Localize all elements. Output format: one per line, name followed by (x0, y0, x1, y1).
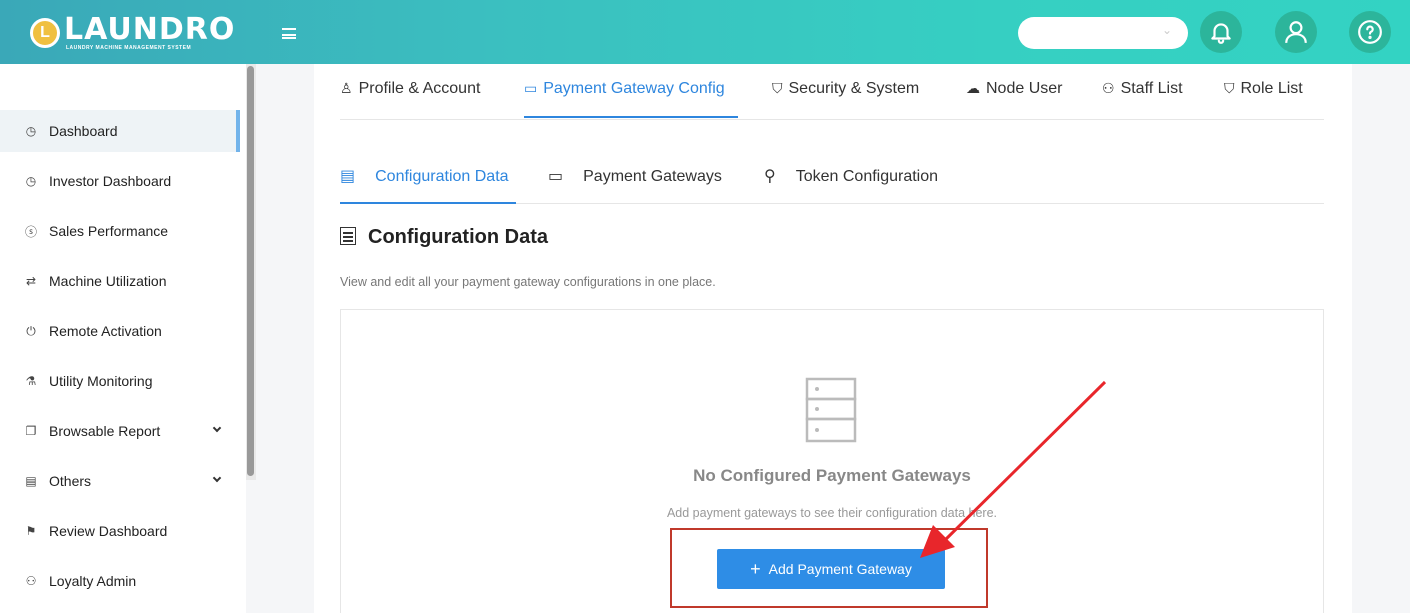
payment-config-subtabs: ▤ Configuration Data ▭ Payment Gateways ⚲ T… (340, 160, 1324, 204)
add-payment-gateway-button[interactable]: + Add Payment Gateway (717, 549, 945, 589)
list-icon (340, 227, 356, 245)
sidebar-item-label: Review Dashboard (49, 523, 168, 539)
app-logo[interactable]: L LAUNDRO LAUNDRY MACHINE MANAGEMENT SYS… (30, 14, 240, 54)
tab-payment-gateway-config[interactable]: ▭ Payment Gateway Config (524, 80, 725, 98)
sidebar-item-browsable-report[interactable]: ❐ Browsable Report (0, 410, 240, 452)
logo-subtitle: LAUNDRY MACHINE MANAGEMENT SYSTEM (66, 45, 192, 51)
tab-label: Profile & Account (358, 80, 481, 97)
tab-label: Role List (1240, 80, 1303, 97)
help-button[interactable] (1349, 11, 1391, 53)
card-icon: ▭ (524, 80, 538, 96)
active-subtab-underline (340, 202, 516, 204)
sidebar-scrollbar-thumb[interactable] (247, 66, 254, 476)
users-icon: ⚇ (1102, 80, 1115, 96)
empty-state-title: No Configured Payment Gateways (693, 466, 971, 485)
section-title-text: Configuration Data (368, 226, 548, 248)
subtab-label: Token Configuration (795, 168, 939, 185)
shield-icon: ⛉ (1224, 80, 1235, 96)
sidebar-item-sales-performance[interactable]: ⓢ Sales Performance (0, 210, 240, 252)
chevron-down-icon: ⌄ (1161, 23, 1172, 37)
search-icon: ⚲ (764, 168, 776, 185)
card-icon: ▭ (548, 168, 564, 185)
tab-label: Node User (986, 80, 1063, 97)
help-icon (1358, 20, 1382, 44)
sidebar-item-machine-utilization[interactable]: ⇄ Machine Utilization (0, 260, 240, 302)
settings-tabs: ♙ Profile & Account ▭ Payment Gateway Conf… (340, 64, 1324, 120)
tab-label: Staff List (1120, 80, 1183, 97)
button-label: Add Payment Gateway (768, 561, 912, 577)
user-icon (1285, 21, 1307, 43)
logo-text: LAUNDRO (64, 12, 236, 47)
empty-state-description: Add payment gateways to see their config… (666, 506, 998, 520)
sidebar-item-dashboard[interactable]: ◷ Dashboard (0, 110, 240, 152)
section-title: Configuration Data (340, 226, 548, 249)
gauge-icon: ◷ (25, 174, 37, 188)
swap-icon: ⇄ (25, 274, 37, 288)
header-search-select[interactable]: ⌄ (1018, 17, 1188, 49)
sidebar-item-label: Utility Monitoring (49, 373, 153, 389)
sidebar-item-remote-activation[interactable]: ⏻ Remote Activation (0, 310, 240, 352)
subtab-label: Configuration Data (375, 168, 509, 185)
subtab-payment-gateways[interactable]: ▭ Payment Gateways (548, 166, 722, 186)
tab-label: Security & System (788, 80, 920, 97)
chevron-down-icon[interactable] (212, 423, 222, 433)
sidebar-item-review-dashboard[interactable]: ⚑ Review Dashboard (0, 510, 240, 552)
sidebar-item-label: Machine Utilization (49, 273, 167, 289)
subtab-label: Payment Gateways (583, 168, 722, 185)
shield-icon: ⛉ (772, 80, 783, 96)
logo-badge: L (30, 18, 60, 48)
user-icon: ♙ (340, 80, 353, 96)
section-description: View and edit all your payment gateway c… (340, 275, 716, 289)
power-icon: ⏻ (26, 323, 36, 338)
tab-security-system[interactable]: ⛉ Security & System (772, 80, 919, 98)
sidebar-item-label: Browsable Report (49, 423, 161, 439)
sidebar-item-label: Dashboard (49, 123, 118, 139)
cloud-icon: ☁ (966, 80, 980, 96)
sidebar-item-utility-monitoring[interactable]: ⚗ Utility Monitoring (0, 360, 240, 402)
sidebar-item-label: Investor Dashboard (49, 173, 172, 189)
sidebar-item-label: Remote Activation (49, 323, 162, 339)
sidebar-item-label: Others (49, 473, 92, 489)
plus-icon: + (750, 558, 761, 579)
subtab-configuration-data[interactable]: ▤ Configuration Data (340, 166, 509, 186)
gauge-icon: ◷ (25, 124, 37, 138)
notifications-button[interactable] (1200, 11, 1242, 53)
active-indicator (236, 110, 240, 152)
copy-icon: ❐ (25, 424, 37, 438)
chevron-down-icon[interactable] (212, 473, 222, 483)
list-icon: ▤ (340, 168, 356, 185)
subtab-token-configuration[interactable]: ⚲ Token Configuration (764, 166, 938, 186)
tab-role-list[interactable]: ⛉ Role List (1224, 80, 1303, 98)
dollar-icon: ⓢ (24, 224, 37, 239)
flask-icon: ⚗ (25, 374, 37, 388)
sidebar-item-loyalty-admin[interactable]: ⚇ Loyalty Admin (0, 560, 240, 602)
tab-staff-list[interactable]: ⚇ Staff List (1102, 80, 1183, 98)
tab-label: Payment Gateway Config (543, 80, 725, 97)
flag-icon: ⚑ (25, 524, 37, 538)
sidebar-item-investor-dashboard[interactable]: ◷ Investor Dashboard (0, 160, 240, 202)
sidebar-item-others[interactable]: ▤ Others (0, 460, 240, 502)
active-tab-underline (524, 116, 738, 118)
menu-icon[interactable] (282, 28, 296, 39)
tab-profile-account[interactable]: ♙ Profile & Account (340, 80, 480, 98)
top-header: L LAUNDRO LAUNDRY MACHINE MANAGEMENT SYS… (0, 0, 1410, 64)
users-icon: ⚇ (25, 574, 37, 588)
sidebar-item-label: Sales Performance (49, 223, 169, 239)
bell-icon (1211, 23, 1231, 44)
server-icon (805, 377, 857, 443)
profile-button[interactable] (1275, 11, 1317, 53)
book-icon: ▤ (25, 474, 37, 488)
sidebar-item-label: Loyalty Admin (49, 573, 137, 589)
tab-node-user[interactable]: ☁ Node User (966, 80, 1062, 98)
